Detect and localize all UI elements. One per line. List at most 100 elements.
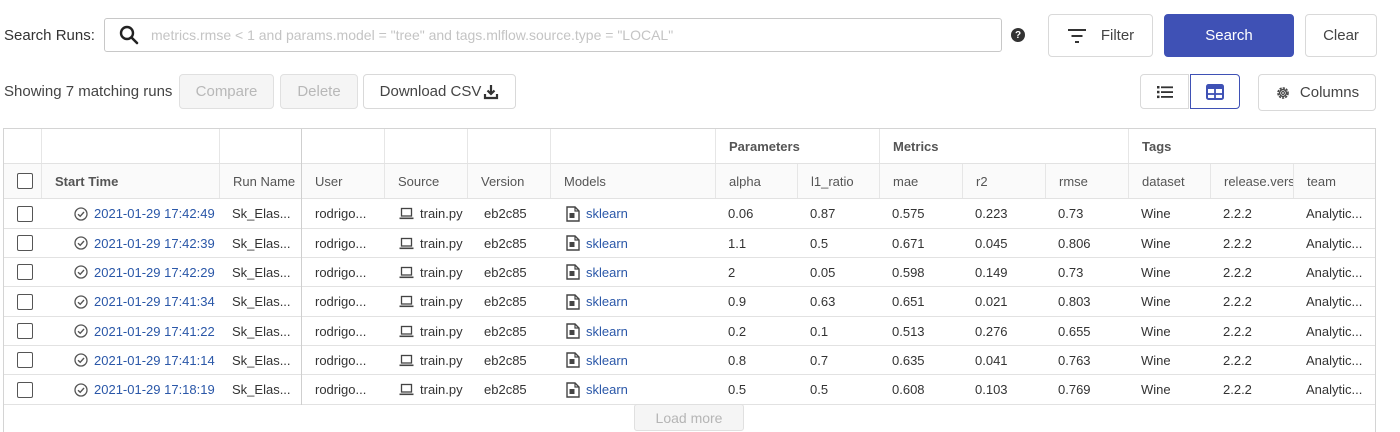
run-name-cell: Sk_Elas... — [232, 235, 291, 251]
status-check-icon — [74, 382, 88, 397]
run-name-cell: Sk_Elas... — [232, 323, 291, 339]
team-cell: Analytic... — [1306, 294, 1363, 309]
col-header-l1-ratio[interactable]: l1_ratio — [797, 164, 879, 198]
version-cell: eb2c85 — [484, 352, 527, 368]
col-header-mae[interactable]: mae — [879, 164, 962, 198]
filter-label: Filter — [1100, 27, 1135, 44]
col-header-version[interactable]: Version — [467, 164, 550, 198]
filter-button[interactable]: Filter — [1048, 14, 1153, 57]
model-link[interactable]: sklearn — [586, 353, 628, 368]
version-cell: eb2c85 — [484, 294, 527, 309]
col-header-source[interactable]: Source — [384, 164, 467, 198]
model-link[interactable]: sklearn — [586, 236, 628, 251]
start-time-link[interactable]: 2021-01-29 17:42:29 — [94, 265, 215, 280]
compare-button[interactable]: Compare — [179, 74, 274, 109]
source-link[interactable]: train.py — [420, 294, 463, 309]
search-icon — [119, 25, 139, 45]
table-view-button[interactable] — [1190, 74, 1240, 109]
select-all-checkbox[interactable] — [17, 173, 33, 189]
runs-table: Parameters Metrics Tags Start Time Run N… — [3, 128, 1376, 432]
status-check-icon — [74, 294, 88, 309]
help-icon[interactable]: ? — [1011, 28, 1025, 42]
load-more-button[interactable]: Load more — [634, 404, 744, 431]
model-file-icon — [566, 293, 580, 310]
dataset-cell: Wine — [1141, 382, 1171, 397]
alpha-cell: 0.5 — [728, 382, 747, 397]
l1-ratio-cell: 0.7 — [810, 352, 829, 368]
row-select-checkbox[interactable] — [17, 293, 33, 310]
table-row: 2021-01-29 17:42:29 Sk_Elas... rodrigo... t… — [4, 258, 1375, 287]
mae-cell: 0.651 — [892, 294, 925, 309]
search-input[interactable] — [149, 26, 1001, 44]
start-time-link[interactable]: 2021-01-29 17:42:39 — [94, 236, 215, 251]
source-link[interactable]: train.py — [420, 236, 463, 251]
metrics-group-header: Metrics — [879, 129, 1128, 163]
model-file-icon — [566, 205, 580, 222]
col-header-alpha[interactable]: alpha — [715, 164, 797, 198]
clear-button[interactable]: Clear — [1305, 14, 1377, 57]
source-link[interactable]: train.py — [420, 353, 463, 368]
release-cell: 2.2.2 — [1223, 264, 1252, 280]
list-view-button[interactable] — [1140, 74, 1189, 109]
row-select-checkbox[interactable] — [17, 235, 33, 251]
table-row: 2021-01-29 17:41:34 Sk_Elas... rodrigo... t… — [4, 287, 1375, 317]
model-link[interactable]: sklearn — [586, 206, 628, 221]
start-time-link[interactable]: 2021-01-29 17:18:19 — [94, 382, 215, 397]
columns-button[interactable]: Columns — [1258, 74, 1376, 111]
model-link[interactable]: sklearn — [586, 265, 628, 280]
col-header-run-name[interactable]: Run Name — [219, 164, 301, 198]
laptop-icon — [399, 207, 414, 220]
row-select-checkbox[interactable] — [17, 205, 33, 222]
row-select-checkbox[interactable] — [17, 264, 33, 280]
rmse-cell: 0.803 — [1058, 294, 1091, 309]
r2-cell: 0.149 — [975, 264, 1008, 280]
model-link[interactable]: sklearn — [586, 294, 628, 309]
rmse-cell: 0.806 — [1058, 235, 1091, 251]
alpha-cell: 1.1 — [728, 235, 747, 251]
run-name-cell: Sk_Elas... — [232, 294, 291, 309]
col-header-r2[interactable]: r2 — [962, 164, 1045, 198]
status-check-icon — [74, 265, 88, 279]
l1-ratio-cell: 0.63 — [810, 294, 836, 309]
delete-button[interactable]: Delete — [280, 74, 358, 109]
row-select-checkbox[interactable] — [17, 352, 33, 368]
col-header-team[interactable]: team — [1293, 164, 1375, 198]
mae-cell: 0.575 — [892, 206, 925, 221]
model-link[interactable]: sklearn — [586, 382, 628, 397]
col-header-rmse[interactable]: rmse — [1045, 164, 1128, 198]
laptop-icon — [399, 295, 414, 308]
col-header-release-version[interactable]: release.vers — [1210, 164, 1293, 198]
source-link[interactable]: train.py — [420, 324, 463, 339]
row-select-checkbox[interactable] — [17, 381, 33, 398]
gear-icon — [1275, 85, 1291, 101]
start-time-link[interactable]: 2021-01-29 17:42:49 — [94, 206, 215, 221]
user-cell: rodrigo... — [315, 382, 367, 397]
row-select-checkbox[interactable] — [17, 323, 33, 339]
col-header-user[interactable]: User — [302, 164, 384, 198]
search-box[interactable] — [104, 18, 1002, 52]
release-cell: 2.2.2 — [1223, 323, 1252, 339]
col-header-models[interactable]: Models — [550, 164, 715, 198]
download-csv-button[interactable]: Download CSV — [363, 74, 516, 109]
source-link[interactable]: train.py — [420, 265, 463, 280]
table-column-header: Start Time Run Name User Source Version … — [4, 164, 1375, 199]
start-time-link[interactable]: 2021-01-29 17:41:14 — [94, 353, 215, 368]
model-link[interactable]: sklearn — [586, 324, 628, 339]
start-time-link[interactable]: 2021-01-29 17:41:34 — [94, 294, 215, 309]
team-cell: Analytic... — [1306, 206, 1363, 221]
alpha-cell: 0.2 — [728, 323, 747, 339]
list-view-icon — [1156, 85, 1173, 99]
source-link[interactable]: train.py — [420, 382, 463, 397]
rmse-cell: 0.73 — [1058, 206, 1084, 221]
start-time-link[interactable]: 2021-01-29 17:41:22 — [94, 324, 215, 339]
l1-ratio-cell: 0.1 — [810, 323, 829, 339]
dataset-cell: Wine — [1141, 264, 1171, 280]
col-header-dataset[interactable]: dataset — [1128, 164, 1210, 198]
mae-cell: 0.513 — [892, 323, 925, 339]
table-row: 2021-01-29 17:18:19 Sk_Elas... rodrigo... t… — [4, 375, 1375, 405]
col-header-start-time[interactable]: Start Time — [41, 164, 219, 198]
r2-cell: 0.223 — [975, 206, 1008, 221]
search-button[interactable]: Search — [1164, 14, 1294, 57]
table-group-header: Parameters Metrics Tags — [4, 129, 1375, 164]
source-link[interactable]: train.py — [420, 206, 463, 221]
